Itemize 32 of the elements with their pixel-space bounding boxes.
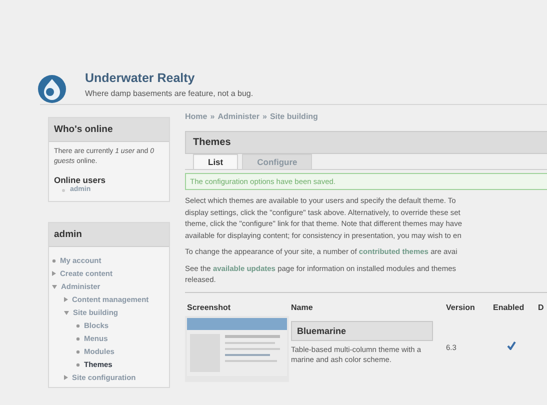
breadcrumb-link[interactable]: Administer [218,112,260,121]
tab[interactable]: List [193,154,238,169]
column-header: Screenshot [186,302,232,314]
collapsed-arrow-icon[interactable] [64,375,68,380]
bullet-icon [76,363,80,367]
column-header: D [537,302,545,314]
expanded-arrow-icon[interactable] [64,311,69,315]
breadcrumb-separator: » [262,112,267,121]
tab[interactable]: Configure [242,154,312,169]
collapsed-arrow-icon[interactable] [64,297,68,302]
enabled-checkbox[interactable] [505,340,517,352]
collapsed-arrow-icon[interactable] [52,271,56,276]
column-header: Enabled [492,302,526,314]
site-slogan: Where damp basements are feature, not a bug. [85,88,254,98]
theme-name: Bluemarine [291,320,433,340]
bullet-icon [76,350,80,354]
bullet-icon [76,324,80,328]
column-header: Name [290,302,314,314]
bullet-icon [76,337,80,341]
expanded-arrow-icon[interactable] [52,285,57,289]
block-title: admin [49,223,169,247]
block-title: Who's online [49,118,169,142]
breadcrumb-link[interactable]: Home [185,112,208,121]
page-title: Themes [185,131,547,154]
breadcrumb-link[interactable]: Site building [270,112,318,121]
bullet-icon [52,259,56,263]
column-header: Version [445,302,476,314]
drop-logo-icon[interactable] [37,74,67,104]
bullet-icon [62,188,65,192]
site-name[interactable]: Underwater Realty [85,70,254,84]
online-users-title: Online users [54,175,106,185]
breadcrumb-separator: » [210,112,215,121]
